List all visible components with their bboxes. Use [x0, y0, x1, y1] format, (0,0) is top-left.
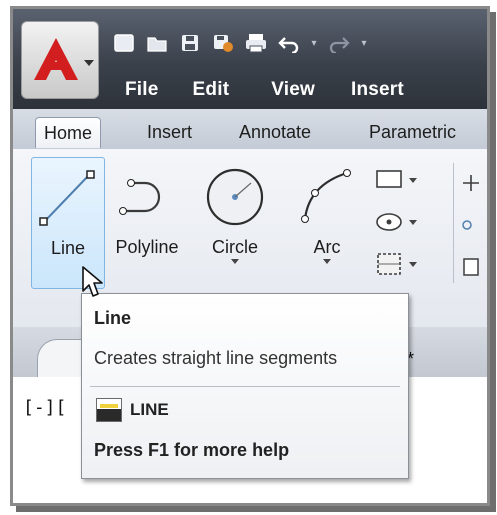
- viewport-controls[interactable]: [-][: [23, 397, 66, 418]
- line-tooltip: Line Creates straight line segments LINE…: [81, 293, 409, 479]
- chevron-down-icon: [84, 60, 94, 66]
- panel-divider: [453, 163, 454, 283]
- tab-home[interactable]: Home: [35, 117, 102, 148]
- tooltip-divider: [90, 386, 400, 387]
- undo-icon[interactable]: [276, 31, 302, 55]
- undo-dropdown-icon[interactable]: ▾: [309, 31, 319, 55]
- redo-dropdown-icon[interactable]: ▾: [359, 31, 369, 55]
- polyline-icon: [119, 179, 161, 215]
- title-bar: ▾ ▾ File Edit View Insert: [13, 9, 487, 109]
- hatch-icon: [377, 253, 417, 275]
- print-icon[interactable]: [243, 31, 269, 55]
- line-icon: [39, 170, 95, 226]
- tab-annotate[interactable]: Annotate: [231, 117, 319, 147]
- next-panel-tools: [461, 171, 481, 281]
- circle-tool-button[interactable]: Circle: [199, 157, 271, 287]
- redo-icon[interactable]: [326, 31, 352, 55]
- arc-tool-button[interactable]: Arc: [291, 157, 363, 287]
- polyline-tool-label: Polyline: [115, 237, 179, 257]
- ellipse-icon: [376, 213, 417, 231]
- autocad-window: ▾ ▾ File Edit View Insert Home Insert An…: [10, 6, 490, 506]
- save-icon[interactable]: [177, 31, 203, 55]
- menu-edit[interactable]: Edit: [193, 79, 230, 101]
- arc-dropdown-icon[interactable]: [323, 259, 331, 264]
- mouse-cursor-icon: [81, 265, 105, 303]
- application-menu-button[interactable]: [21, 21, 99, 99]
- quick-access-toolbar: ▾ ▾: [111, 29, 369, 57]
- autocad-logo-icon: [34, 38, 78, 80]
- ribbon-tabs: Home Insert Annotate Parametric: [13, 109, 487, 150]
- tooltip-command: LINE: [130, 400, 169, 419]
- move-icon[interactable]: [461, 171, 481, 281]
- tab-parametric[interactable]: Parametric: [361, 117, 464, 147]
- arc-tool-label: Arc: [313, 237, 341, 257]
- circle-icon: [206, 168, 264, 226]
- menu-bar: File Edit View Insert: [125, 79, 404, 101]
- command-icon: [96, 398, 122, 422]
- rectangle-tool-button[interactable]: [373, 165, 419, 195]
- circle-tool-label: Circle: [211, 237, 258, 257]
- hatch-tool-button[interactable]: [373, 249, 419, 279]
- tooltip-title: Line: [94, 308, 132, 328]
- tooltip-description: Creates straight line segments: [94, 348, 338, 368]
- new-icon[interactable]: [111, 31, 137, 55]
- ellipse-tool-button[interactable]: [373, 207, 419, 237]
- open-icon[interactable]: [144, 31, 170, 55]
- rectangle-icon: [376, 170, 417, 188]
- arc-icon: [301, 169, 351, 223]
- save-as-icon[interactable]: [210, 31, 236, 55]
- menu-view[interactable]: View: [271, 79, 315, 101]
- tab-insert[interactable]: Insert: [139, 117, 200, 147]
- menu-file[interactable]: File: [125, 79, 159, 101]
- circle-dropdown-icon[interactable]: [231, 259, 239, 264]
- menu-insert[interactable]: Insert: [351, 79, 404, 101]
- tooltip-help: Press F1 for more help: [94, 440, 290, 460]
- polyline-tool-button[interactable]: Polyline: [111, 157, 183, 287]
